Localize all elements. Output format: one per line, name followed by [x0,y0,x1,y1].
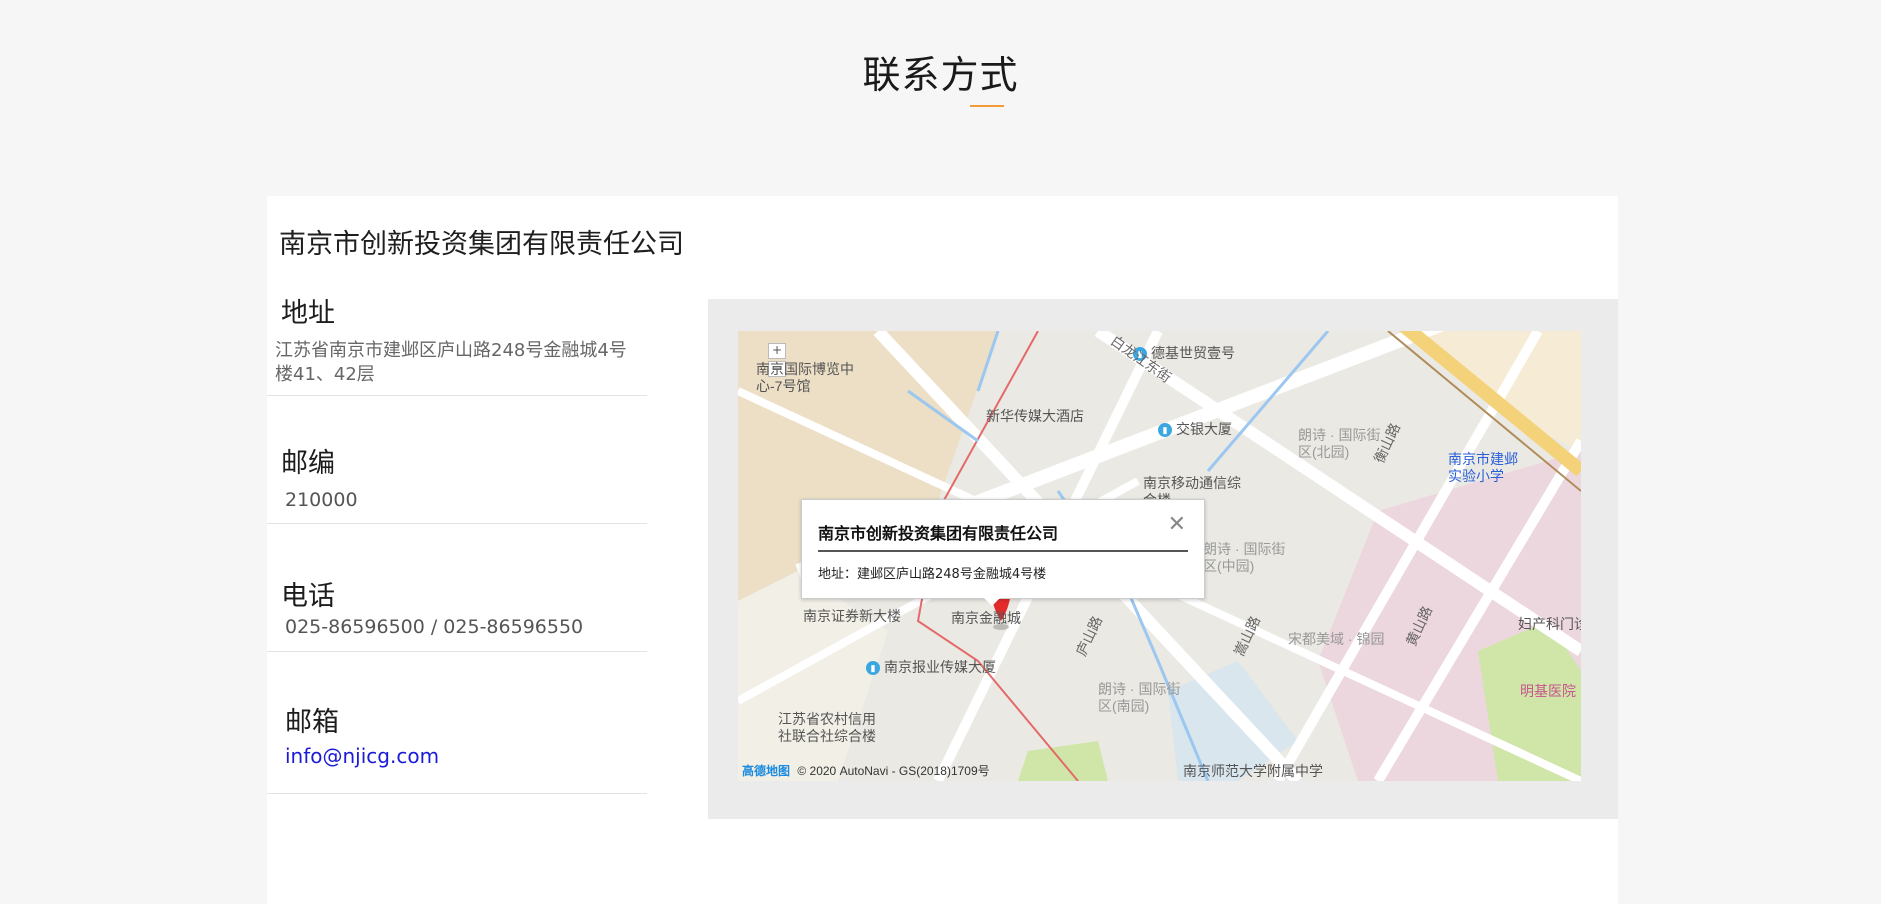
email-link[interactable]: info@njicg.com [285,744,439,768]
map-info-popup: 南京市创新投资集团有限责任公司 ✕ 地址：建邺区庐山路248号金融城4号楼 [801,499,1205,606]
map-frame: + − ▮ 德基世贸壹号 南京国际博览中心-7号馆 新华传媒大酒店 ▮ 交银大厦 朗… [708,299,1618,819]
poi-gynecology[interactable]: 妇产科门诊 [1518,614,1581,634]
email-block: 邮箱 info@njicg.com [267,700,647,794]
poi-langshi-south[interactable]: 朗诗 · 国际街区(南园) [1098,681,1188,715]
popup-title: 南京市创新投资集团有限责任公司 [818,524,1059,543]
poi-hotel[interactable]: 新华传媒大酒店 [986,406,1084,426]
postcode-label: 邮编 [281,448,335,479]
contact-card: 南京市创新投资集团有限责任公司 地址 江苏省南京市建邺区庐山路248号金融城4号… [267,196,1618,904]
map-copyright: © 2020 AutoNavi - GS(2018)1709号 [797,764,990,778]
map-attribution: 高德地图 © 2020 AutoNavi - GS(2018)1709号 [742,762,990,779]
address-value: 江苏省南京市建邺区庐山路248号金融城4号楼41、42层 [275,340,627,385]
email-label: 邮箱 [285,707,339,738]
page-title: 联系方式 [862,53,1019,97]
poi-securities[interactable]: 南京证券新大楼 [803,606,901,626]
popup-address: 地址：建邺区庐山路248号金融城4号楼 [818,567,1047,582]
poi-financial-city[interactable]: 南京金融城 [951,608,1021,628]
popup-arrow [982,596,1002,606]
map[interactable]: + − ▮ 德基世贸壹号 南京国际博览中心-7号馆 新华传媒大酒店 ▮ 交银大厦 朗… [738,331,1581,781]
poi-newspaper[interactable]: ▮ 南京报业传媒大厦 [866,657,996,677]
building-icon: ▮ [866,661,880,676]
poi-rural-credit[interactable]: 江苏省农村信用社联合社综合楼 [778,711,888,745]
poi-jiaoyin[interactable]: ▮ 交银大厦 [1158,419,1232,439]
close-icon[interactable]: ✕ [1168,514,1186,536]
title-underline [970,105,1004,107]
phone-block: 电话 025-86596500 / 025-86596550 [267,574,647,652]
address-block: 地址 江苏省南京市建邺区庐山路248号金融城4号楼41、42层 [267,291,647,396]
poi-nnu-high[interactable]: 南京师范大学附属中学 [1183,761,1323,781]
amap-logo[interactable]: 高德地图 [742,764,790,778]
building-icon: ▮ [1158,423,1172,438]
poi-expo[interactable]: 南京国际博览中心-7号馆 [756,361,866,395]
poi-hospital[interactable]: 明基医院 [1520,681,1576,701]
postcode-value: 210000 [285,489,358,511]
address-label: 地址 [281,298,335,329]
phone-value: 025-86596500 / 025-86596550 [285,616,584,638]
poi-langshi-mid[interactable]: 朗诗 · 国际街区(中园) [1203,541,1293,575]
poi-songdu[interactable]: 宋都美域 · 锦园 [1288,629,1384,649]
postcode-block: 邮编 210000 [267,441,647,524]
poi-school[interactable]: 南京市建邺实验小学 [1448,451,1528,485]
company-name: 南京市创新投资集团有限责任公司 [279,229,684,260]
phone-label: 电话 [281,581,335,612]
zoom-in-button[interactable]: + [768,343,786,359]
popup-divider [818,550,1188,552]
